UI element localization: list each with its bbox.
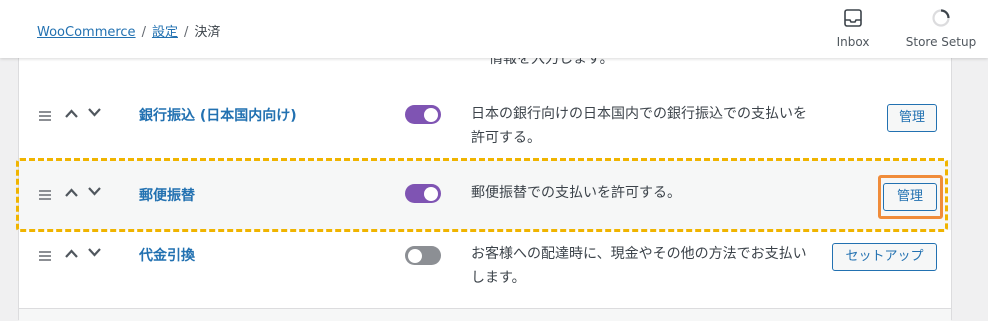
drag-handle-icon[interactable] xyxy=(39,111,51,123)
payment-method-row: 銀行振込 (日本国内向け) 日本の銀行向けの日本国内での銀行振込での支払いを許可… xyxy=(19,88,951,158)
payment-method-description: 日本の銀行向けの日本国内での銀行振込での支払いを許可する。 xyxy=(471,106,807,146)
inbox-label: Inbox xyxy=(836,35,870,49)
breadcrumb-separator: / xyxy=(141,25,146,40)
payment-method-description: お客様への配達時に、現金やその他の方法でお支払いします。 xyxy=(471,246,807,286)
payment-method-name[interactable]: 代金引換 xyxy=(139,245,195,265)
move-up-icon[interactable] xyxy=(65,249,78,262)
highlight-manage-button-box xyxy=(878,175,943,219)
panel-footer xyxy=(19,308,951,321)
store-setup-button[interactable]: Store Setup xyxy=(903,8,979,49)
store-setup-label: Store Setup xyxy=(905,35,977,49)
breadcrumb-settings-link[interactable]: 設定 xyxy=(152,25,178,40)
breadcrumb-current: 決済 xyxy=(194,25,221,40)
toggle-knob xyxy=(408,248,422,263)
top-header: WooCommerce / 設定 / 決済 Inbox Store Setup xyxy=(0,0,988,58)
breadcrumb: WooCommerce / 設定 / 決済 xyxy=(37,21,220,40)
payment-method-row: 代金引換 お客様への配達時に、現金やその他の方法でお支払いします。 セットアップ xyxy=(19,232,951,308)
move-up-icon[interactable] xyxy=(65,109,78,122)
move-down-icon[interactable] xyxy=(88,108,101,121)
breadcrumb-separator: / xyxy=(183,25,189,40)
drag-handle-icon[interactable] xyxy=(39,251,51,263)
toggle-knob xyxy=(424,107,438,122)
payment-method-name[interactable]: 銀行振込 (日本国内向け) xyxy=(139,105,297,125)
inbox-button[interactable]: Inbox xyxy=(833,8,873,49)
spinner-icon xyxy=(903,8,979,31)
inbox-icon xyxy=(833,8,873,31)
setup-button[interactable]: セットアップ xyxy=(832,243,937,271)
enable-toggle[interactable] xyxy=(405,246,441,265)
enable-toggle[interactable] xyxy=(405,105,441,124)
manage-button[interactable]: 管理 xyxy=(887,104,937,132)
breadcrumb-woocommerce-link[interactable]: WooCommerce xyxy=(37,25,136,40)
highlight-dashed-box xyxy=(16,158,948,232)
move-down-icon[interactable] xyxy=(88,248,101,261)
